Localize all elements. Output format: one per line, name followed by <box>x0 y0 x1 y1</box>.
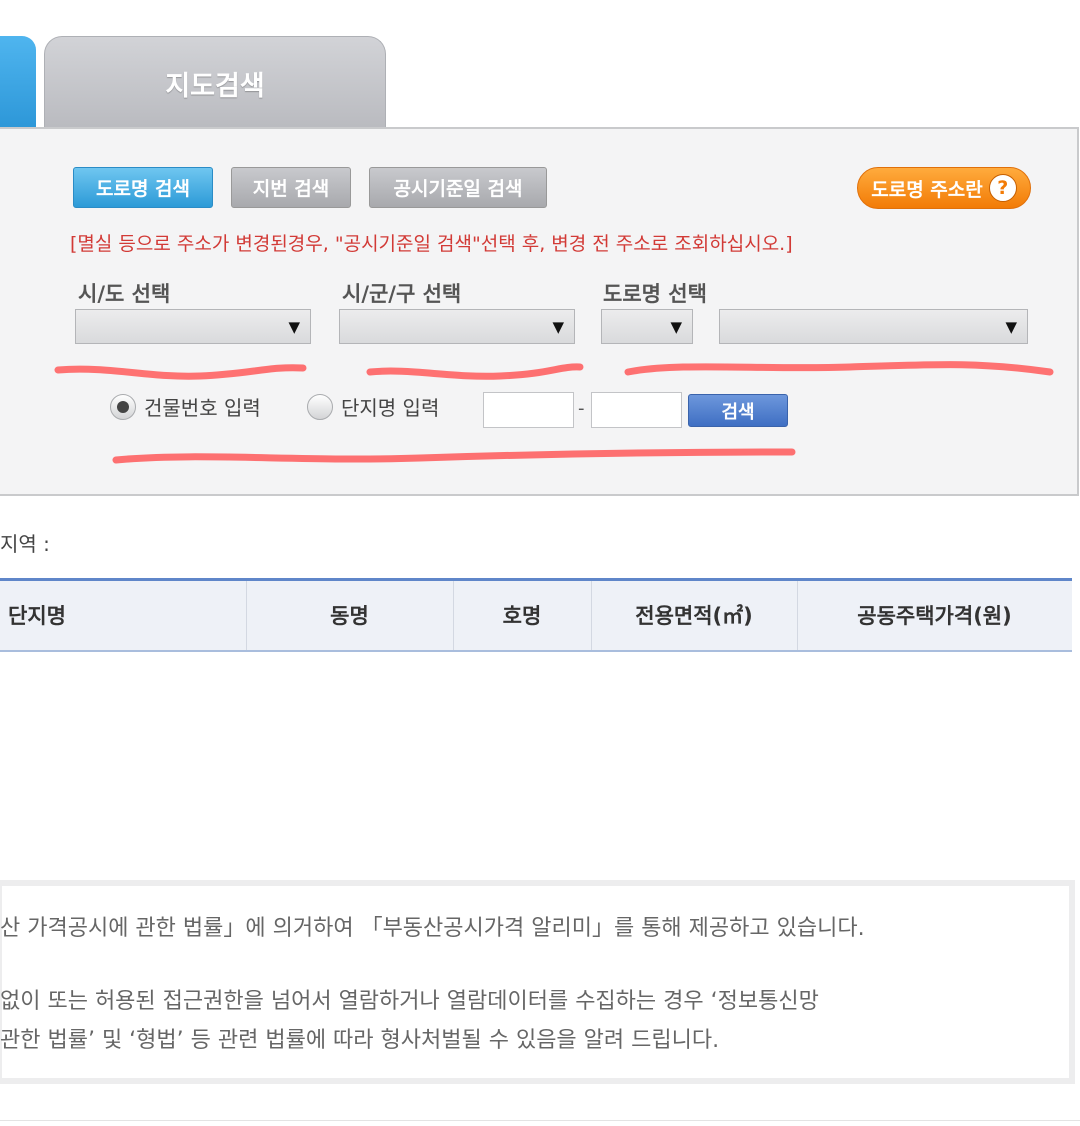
chevron-down-icon: ▼ <box>670 317 682 336</box>
road-search-button[interactable]: 도로명 검색 <box>73 167 213 208</box>
tab-map-search[interactable]: 지도검색 <box>44 36 386 130</box>
footer-divider <box>0 1120 1080 1121</box>
road-name-select[interactable]: ▼ <box>719 309 1028 344</box>
address-change-notice: [멸실 등으로 주소가 변경된경우, "공시기준일 검색"선택 후, 변경 전 … <box>70 233 793 255</box>
sido-label: 시/도 선택 <box>78 282 171 306</box>
legal-notice-line-2: 없이 또는 허용된 접근권한을 넘어서 열람하거나 열람데이터를 수집하는 경우… <box>0 989 819 1014</box>
sido-select[interactable]: ▼ <box>75 309 311 344</box>
tab-list-search[interactable] <box>0 36 36 128</box>
sigungu-select[interactable]: ▼ <box>339 309 575 344</box>
region-label: 지역 : <box>0 532 50 556</box>
road-name-label: 도로명 선택 <box>603 282 707 306</box>
date-search-button[interactable]: 공시기준일 검색 <box>369 167 547 208</box>
building-sub-number-input[interactable] <box>591 392 682 428</box>
road-initial-select[interactable]: ▼ <box>601 309 693 344</box>
legal-notice-line-1: 산 가격공시에 관한 법률」에 의거하여 「부동산공시가격 알리미」를 통해 제… <box>0 916 865 941</box>
number-separator: - <box>578 398 585 419</box>
column-header-unit: 호명 <box>502 604 542 628</box>
building-number-radio-label: 건물번호 입력 <box>144 396 261 420</box>
search-button[interactable]: 검색 <box>688 394 788 427</box>
help-icon: ? <box>988 174 1017 202</box>
lot-search-button[interactable]: 지번 검색 <box>231 167 351 208</box>
legal-notice-line-3: 관한 법률’ 및 ‘형법’ 등 관련 법률에 따라 형사처벌될 수 있음을 알려… <box>0 1028 720 1053</box>
chevron-down-icon: ▼ <box>1005 317 1017 336</box>
building-number-radio-option[interactable]: 건물번호 입력 <box>110 392 261 421</box>
chevron-down-icon: ▼ <box>552 317 564 336</box>
radio-selected-icon[interactable] <box>110 393 136 420</box>
radio-unselected-icon[interactable] <box>307 393 333 420</box>
road-address-guide-button[interactable]: 도로명 주소란 ? <box>857 167 1031 209</box>
building-main-number-input[interactable] <box>483 392 574 428</box>
chevron-down-icon: ▼ <box>288 317 300 336</box>
column-header-complex-name: 단지명 <box>8 604 66 628</box>
column-header-building: 동명 <box>330 604 369 628</box>
complex-name-radio-option[interactable]: 단지명 입력 <box>307 392 439 421</box>
column-header-area: 전용면적(㎡) <box>635 604 753 628</box>
sigungu-label: 시/군/구 선택 <box>342 282 462 306</box>
road-address-guide-label: 도로명 주소란 <box>871 178 983 201</box>
column-header-price: 공동주택가격(원) <box>857 604 1012 628</box>
complex-name-radio-label: 단지명 입력 <box>341 396 440 420</box>
